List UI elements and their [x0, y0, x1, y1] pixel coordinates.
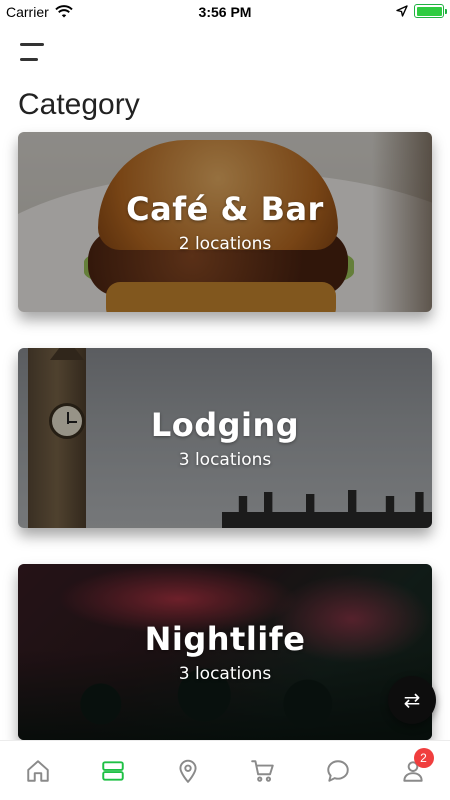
menu-line: [20, 58, 38, 61]
nav-item-home[interactable]: [13, 746, 63, 796]
nav-item-location[interactable]: [163, 746, 213, 796]
list-view-icon: [101, 760, 124, 781]
notification-badge: 2: [413, 747, 434, 768]
category-count: 3 locations: [178, 664, 272, 684]
bottom-nav: 2: [0, 740, 450, 800]
chat-bubble-icon: [326, 759, 349, 782]
category-title: Nightlife: [144, 620, 306, 658]
card-text: Café & Bar 2 locations: [18, 132, 432, 312]
battery-icon: [414, 4, 447, 18]
cart-icon: [250, 759, 274, 782]
status-bar: Carrier 3:56 PM: [0, 0, 450, 24]
category-card-lodging[interactable]: Lodging 3 locations: [18, 348, 432, 528]
card-text: Nightlife 3 locations: [18, 564, 432, 740]
status-right: [396, 4, 447, 18]
category-count: 3 locations: [178, 450, 272, 470]
category-card-cafe-bar[interactable]: Café & Bar 2 locations: [18, 132, 432, 312]
category-title: Lodging: [150, 406, 300, 444]
nav-item-profile[interactable]: 2: [388, 746, 438, 796]
category-card-nightlife[interactable]: Nightlife 3 locations: [18, 564, 432, 740]
location-arrow-icon: [396, 5, 408, 17]
swap-button[interactable]: ⇄: [388, 676, 436, 724]
category-title: Café & Bar: [126, 190, 324, 228]
nav-item-messages[interactable]: [313, 746, 363, 796]
page-title: Category: [18, 88, 140, 121]
location-pin-icon: [178, 759, 197, 783]
battery-tip: [444, 8, 447, 14]
card-text: Lodging 3 locations: [18, 348, 432, 528]
menu-line: [20, 43, 44, 46]
nav-item-list[interactable]: [88, 746, 138, 796]
nav-item-cart[interactable]: [238, 746, 288, 796]
category-count: 2 locations: [178, 234, 272, 254]
swap-arrows-icon: ⇄: [403, 689, 421, 712]
hamburger-menu-icon[interactable]: [20, 40, 48, 64]
battery-fill: [416, 6, 442, 16]
home-icon: [26, 759, 49, 782]
status-time: 3:56 PM: [198, 4, 252, 20]
